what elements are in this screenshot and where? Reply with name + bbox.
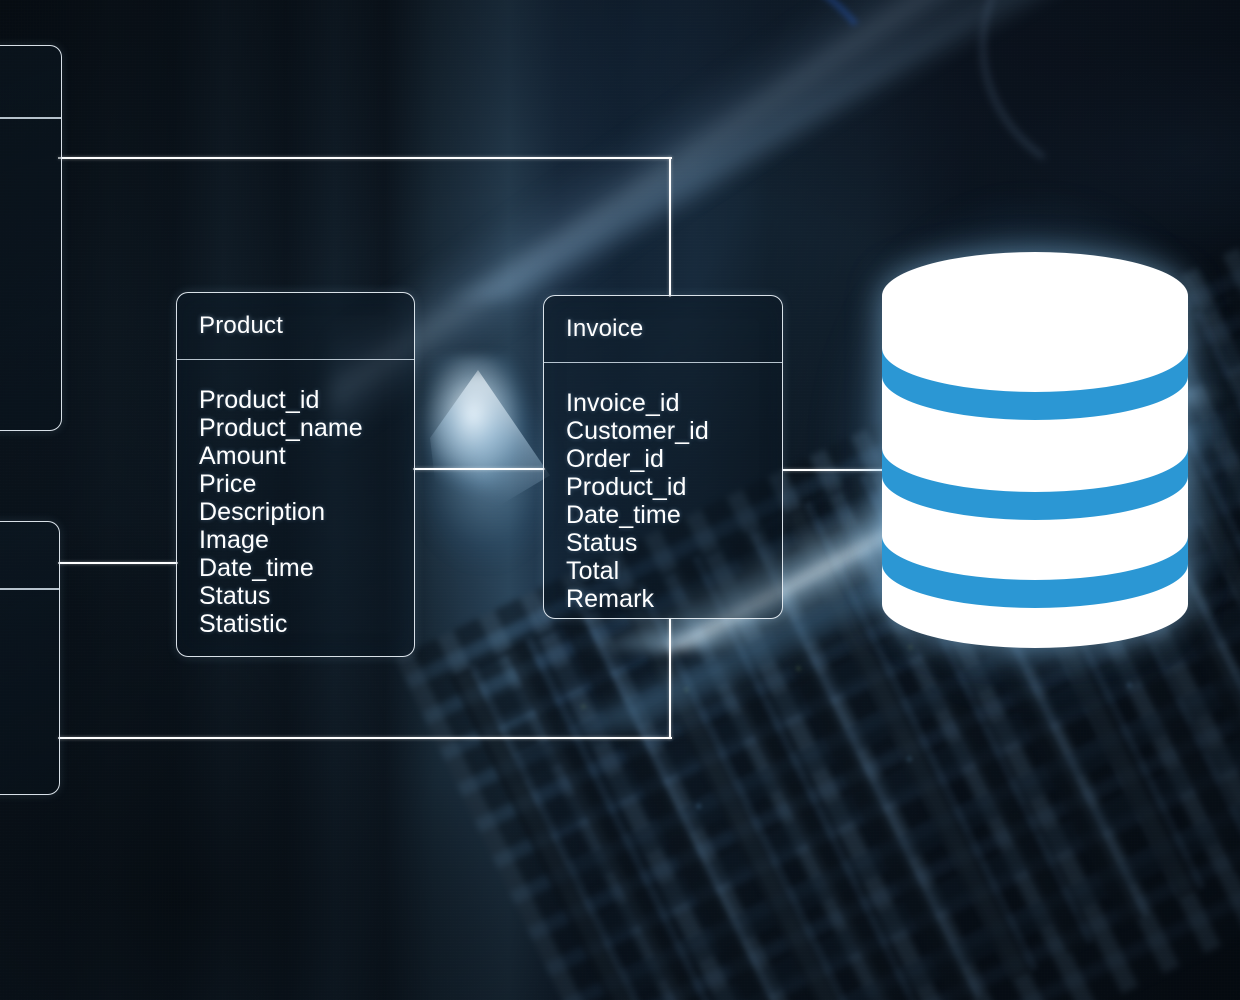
field-row: Invoice_id [566,389,680,417]
connector-top-vertical [669,157,671,297]
partial-entity-top-left[interactable] [0,45,62,431]
field-row: Product_id [566,473,687,501]
database-cylinder-icon[interactable] [825,197,1240,703]
field-row: Remark [566,585,655,613]
erd-overlay: Product Product_id Product_name Amount P… [0,0,1240,1000]
partial-entity-divider [0,117,61,119]
field-row: Order_id [566,445,665,473]
connector-top-rail [58,157,672,159]
field-row: Date_time [566,501,681,529]
field-row: Amount [199,442,286,470]
field-row: Product_name [199,414,363,442]
field-row: Status [199,582,271,610]
entity-invoice-fields: Invoice_id Customer_id Order_id Product_… [544,363,782,613]
entity-invoice[interactable]: Invoice Invoice_id Customer_id Order_id … [543,295,783,619]
entity-invoice-title: Invoice [544,296,782,363]
field-row: Description [199,498,326,526]
field-row: Date_time [199,554,314,582]
connector-left-mid-rail [58,562,178,564]
partial-entity-bottom-left[interactable] [0,521,60,795]
connector-product-invoice [413,468,545,470]
database-cylinder-svg [882,252,1188,648]
diagram-canvas: Product Product_id Product_name Amount P… [0,0,1240,1000]
field-row: Product_id [199,386,320,414]
field-row: Total [566,557,620,585]
entity-product-title: Product [177,293,414,360]
entity-product[interactable]: Product Product_id Product_name Amount P… [176,292,415,657]
partial-entity-divider [0,588,59,590]
field-row: Customer_id [566,417,709,445]
connector-bottom-vertical [669,618,671,739]
field-row: Status [566,529,638,557]
field-row: Statistic [199,610,288,638]
entity-product-fields: Product_id Product_name Amount Price Des… [177,360,414,638]
connector-bottom-rail [58,737,672,739]
field-row: Price [199,470,257,498]
field-row: Image [199,526,269,554]
